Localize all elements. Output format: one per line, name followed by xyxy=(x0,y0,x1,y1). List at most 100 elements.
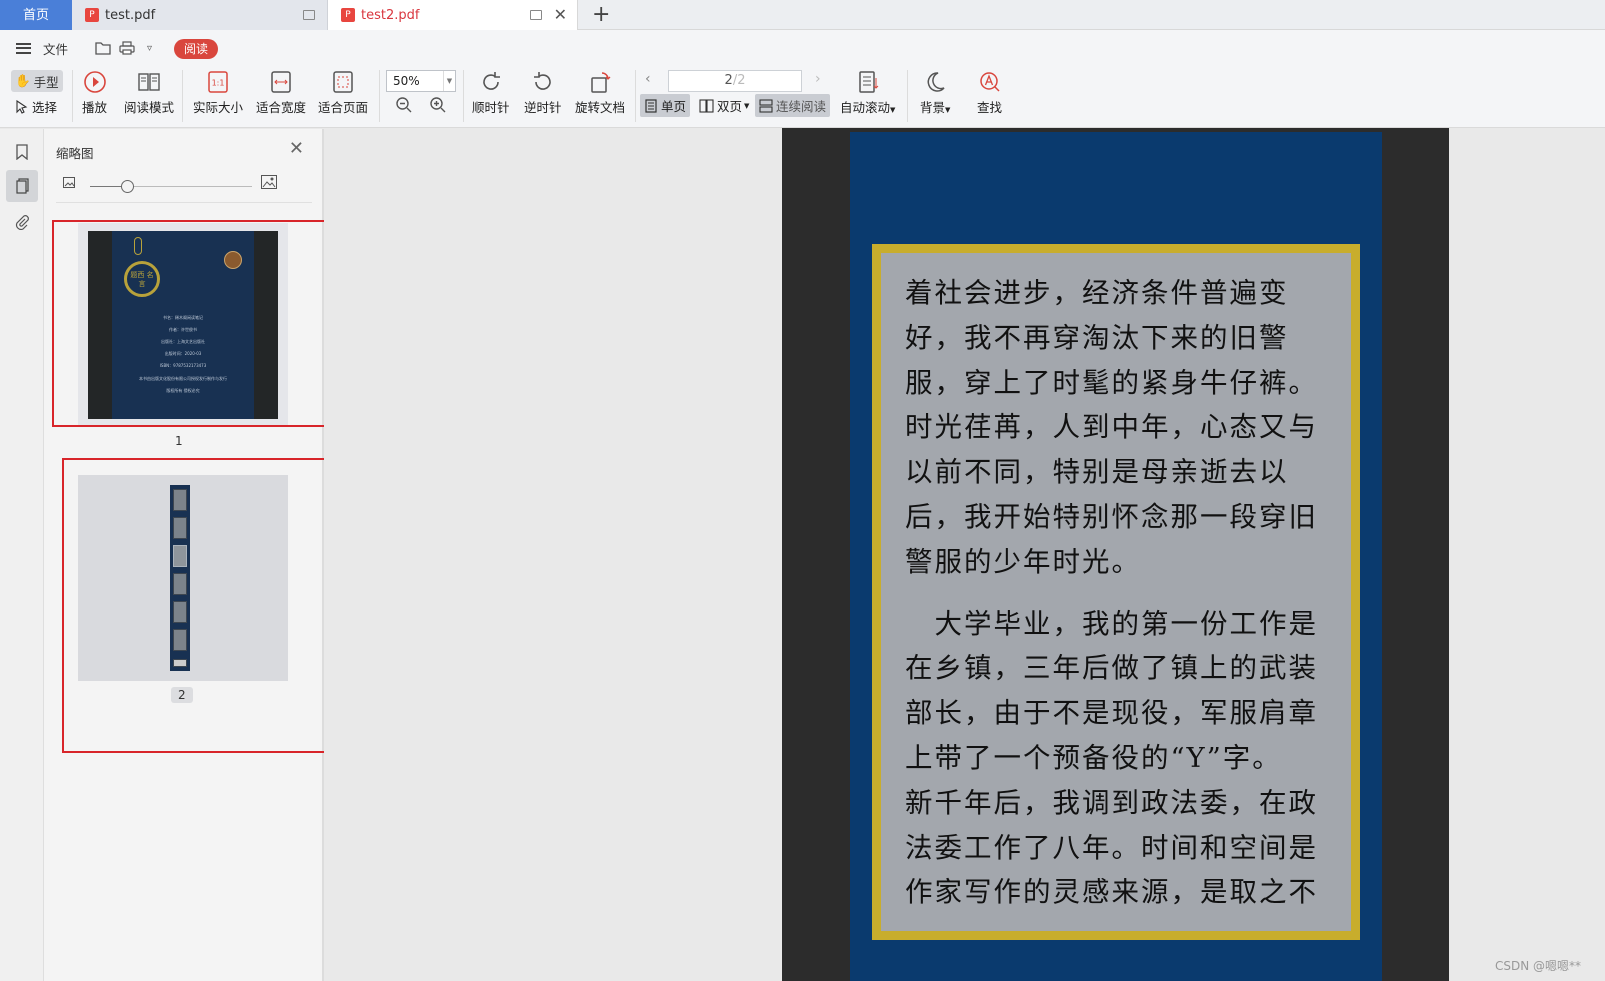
divider xyxy=(56,202,312,203)
auto-scroll-icon xyxy=(858,71,879,93)
single-page-button[interactable]: 单页 xyxy=(640,94,691,117)
rotate-document-label: 旋转文档 xyxy=(575,100,626,115)
background-button[interactable]: 背景▼ xyxy=(920,70,950,116)
text-line: 作家写作的灵感来源，是取之不 xyxy=(905,876,1318,909)
pdf-icon: P xyxy=(85,8,99,22)
toolbar: ✋ 手型 选择 播放 阅读模式 1:1 实际大小 适合宽度 适合页面 50% ▼ xyxy=(0,66,1605,128)
tab-home[interactable]: 首页 xyxy=(0,0,72,30)
rotate-clockwise-button[interactable]: 顺时针 xyxy=(472,70,510,116)
double-page-button[interactable]: 双页 ▼ xyxy=(695,94,753,117)
menu-button[interactable] xyxy=(16,30,31,66)
find-icon xyxy=(979,72,1000,92)
thumbnail-size-slider[interactable] xyxy=(90,180,252,193)
bookmark-icon xyxy=(16,144,28,160)
divider xyxy=(635,70,636,122)
continuous-label: 连续阅读 xyxy=(776,99,827,114)
text-line: 上带了一个预备役的“Y”字。 xyxy=(905,741,1282,774)
next-page-icon[interactable]: › xyxy=(815,71,821,87)
rotate-cw-icon xyxy=(482,72,500,90)
text-line: 服，穿上了时髦的紧身牛仔裤。 xyxy=(905,366,1318,399)
thumbnail-button[interactable] xyxy=(6,170,38,202)
zoom-in-button[interactable] xyxy=(429,96,447,114)
rotate-counterclockwise-button[interactable]: 逆时针 xyxy=(524,70,562,116)
page-number-input[interactable]: 2/2 xyxy=(668,70,802,92)
text-frame: 着社会进步，经济条件普遍变 好，我不再穿淘汰下来的旧警 服，穿上了时髦的紧身牛仔… xyxy=(872,244,1360,940)
print-button[interactable] xyxy=(119,30,135,66)
auto-scroll-button[interactable]: 自动滚动▼ xyxy=(840,70,895,116)
highlight-box xyxy=(52,220,342,427)
folder-icon xyxy=(95,42,111,55)
file-menu[interactable]: 文件 xyxy=(43,30,68,66)
fit-page-button[interactable]: 适合页面 xyxy=(318,70,368,116)
page-number-1: 1 xyxy=(175,434,183,448)
actual-size-label: 实际大小 xyxy=(193,100,244,115)
double-page-label: 双页 xyxy=(717,99,743,114)
divider xyxy=(182,70,183,122)
large-image-icon[interactable] xyxy=(261,175,277,193)
fit-page-label: 适合页面 xyxy=(318,100,369,115)
single-page-icon xyxy=(645,98,657,113)
actual-size-icon: 1:1 xyxy=(208,71,228,93)
continuous-read-button[interactable]: 连续阅读 xyxy=(755,94,831,117)
monitor-icon[interactable] xyxy=(529,10,542,20)
thumbnail-icon xyxy=(15,178,29,194)
page-photo: 着社会进步，经济条件普遍变 好，我不再穿淘汰下来的旧警 服，穿上了时髦的紧身牛仔… xyxy=(850,132,1382,981)
play-icon xyxy=(83,71,106,93)
auto-scroll-label-row: 自动滚动▼ xyxy=(840,97,895,116)
text-line: 警服的少年时光。 xyxy=(905,545,1141,578)
printer-icon xyxy=(119,41,135,55)
tab-test-pdf[interactable]: P test.pdf xyxy=(72,0,328,30)
rotate-document-button[interactable]: 旋转文档 xyxy=(575,70,625,116)
hand-tool-button[interactable]: ✋ 手型 xyxy=(11,70,63,92)
watermark: CSDN @嗯嗯** xyxy=(1495,959,1582,973)
text-line: 法委工作了八年。时间和空间是 xyxy=(905,831,1318,864)
double-page-icon xyxy=(699,98,714,113)
open-folder-button[interactable] xyxy=(95,30,111,66)
actual-size-button[interactable]: 1:1 实际大小 xyxy=(193,70,243,116)
monitor-icon[interactable] xyxy=(303,10,315,20)
find-button[interactable]: 查找 xyxy=(977,70,1002,116)
text-line: 大学毕业，我的第一份工作是 xyxy=(905,607,1318,640)
zoom-value: 50% xyxy=(393,74,420,88)
read-mode-pill[interactable]: 阅读 xyxy=(174,39,218,59)
actual-size-glyph: 1:1 xyxy=(212,79,225,88)
tab-test2-pdf[interactable]: P test2.pdf ✕ xyxy=(328,0,578,30)
clockwise-label: 顺时针 xyxy=(472,100,510,115)
text-line: 部长，由于不是现役，军服肩章 xyxy=(905,697,1318,730)
plus-icon[interactable]: + xyxy=(592,3,610,27)
chevron-down-icon: ▼ xyxy=(744,101,750,110)
slider-handle[interactable] xyxy=(121,180,135,193)
quick-access-dropdown[interactable]: ▿ xyxy=(147,30,152,66)
read-mode-button[interactable]: 阅读模式 xyxy=(124,70,174,116)
attachment-button[interactable] xyxy=(11,211,33,233)
read-mode-label: 阅读模式 xyxy=(124,100,175,115)
text-line: 着社会进步，经济条件普遍变 xyxy=(905,277,1289,309)
menu-bar: 文件 ▿ 阅读 xyxy=(0,30,1605,66)
text-line: 以前不同，特别是母亲逝去以 xyxy=(905,456,1289,489)
previous-page-icon[interactable]: ‹ xyxy=(645,71,651,87)
find-label: 查找 xyxy=(977,100,1003,115)
chevron-down-icon: ▼ xyxy=(890,106,896,114)
background-label-row: 背景▼ xyxy=(920,97,950,116)
select-tool-button[interactable]: 选择 xyxy=(16,97,57,116)
close-icon[interactable]: ✕ xyxy=(289,138,304,159)
text-line: 在乡镇，三年后做了镇上的武装 xyxy=(905,652,1318,685)
hand-label: 手型 xyxy=(33,74,59,90)
text-line: 时光荏苒，人到中年，心态又与 xyxy=(905,411,1318,444)
bookmark-button[interactable] xyxy=(11,141,33,163)
highlight-box xyxy=(62,458,365,753)
play-button[interactable]: 播放 xyxy=(82,70,107,116)
page-current: 2 xyxy=(724,73,733,88)
zoom-out-button[interactable] xyxy=(395,96,413,114)
moon-icon xyxy=(927,72,945,92)
book-icon xyxy=(138,73,160,91)
zoom-select[interactable]: 50% ▼ xyxy=(386,70,456,92)
fit-width-label: 适合宽度 xyxy=(256,100,307,115)
single-page-label: 单页 xyxy=(661,99,687,114)
fit-width-button[interactable]: 适合宽度 xyxy=(256,70,306,116)
panel-title: 缩略图 xyxy=(56,146,94,161)
close-tab-icon[interactable]: ✕ xyxy=(554,7,567,23)
small-image-icon[interactable] xyxy=(63,177,75,192)
select-label: 选择 xyxy=(32,100,58,115)
tab-label: test2.pdf xyxy=(361,7,420,23)
